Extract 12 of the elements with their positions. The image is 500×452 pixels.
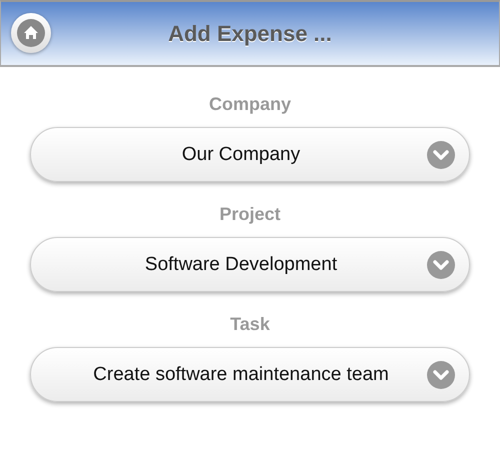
dropdown-select[interactable]: Create software maintenance team	[30, 347, 470, 402]
dropdown-select[interactable]: Software Development	[30, 237, 470, 292]
chevron-down-icon	[427, 140, 455, 168]
chevron-down-icon	[427, 250, 455, 278]
field-label: Company	[208, 93, 291, 115]
field-label: Task	[230, 313, 270, 335]
field-label: Project	[219, 203, 281, 225]
home-button[interactable]	[11, 13, 51, 53]
page-title: Add Expense ...	[167, 20, 333, 46]
home-icon	[17, 19, 45, 47]
chevron-down-icon	[427, 360, 455, 388]
dropdown-select[interactable]: Our Company	[30, 127, 470, 182]
